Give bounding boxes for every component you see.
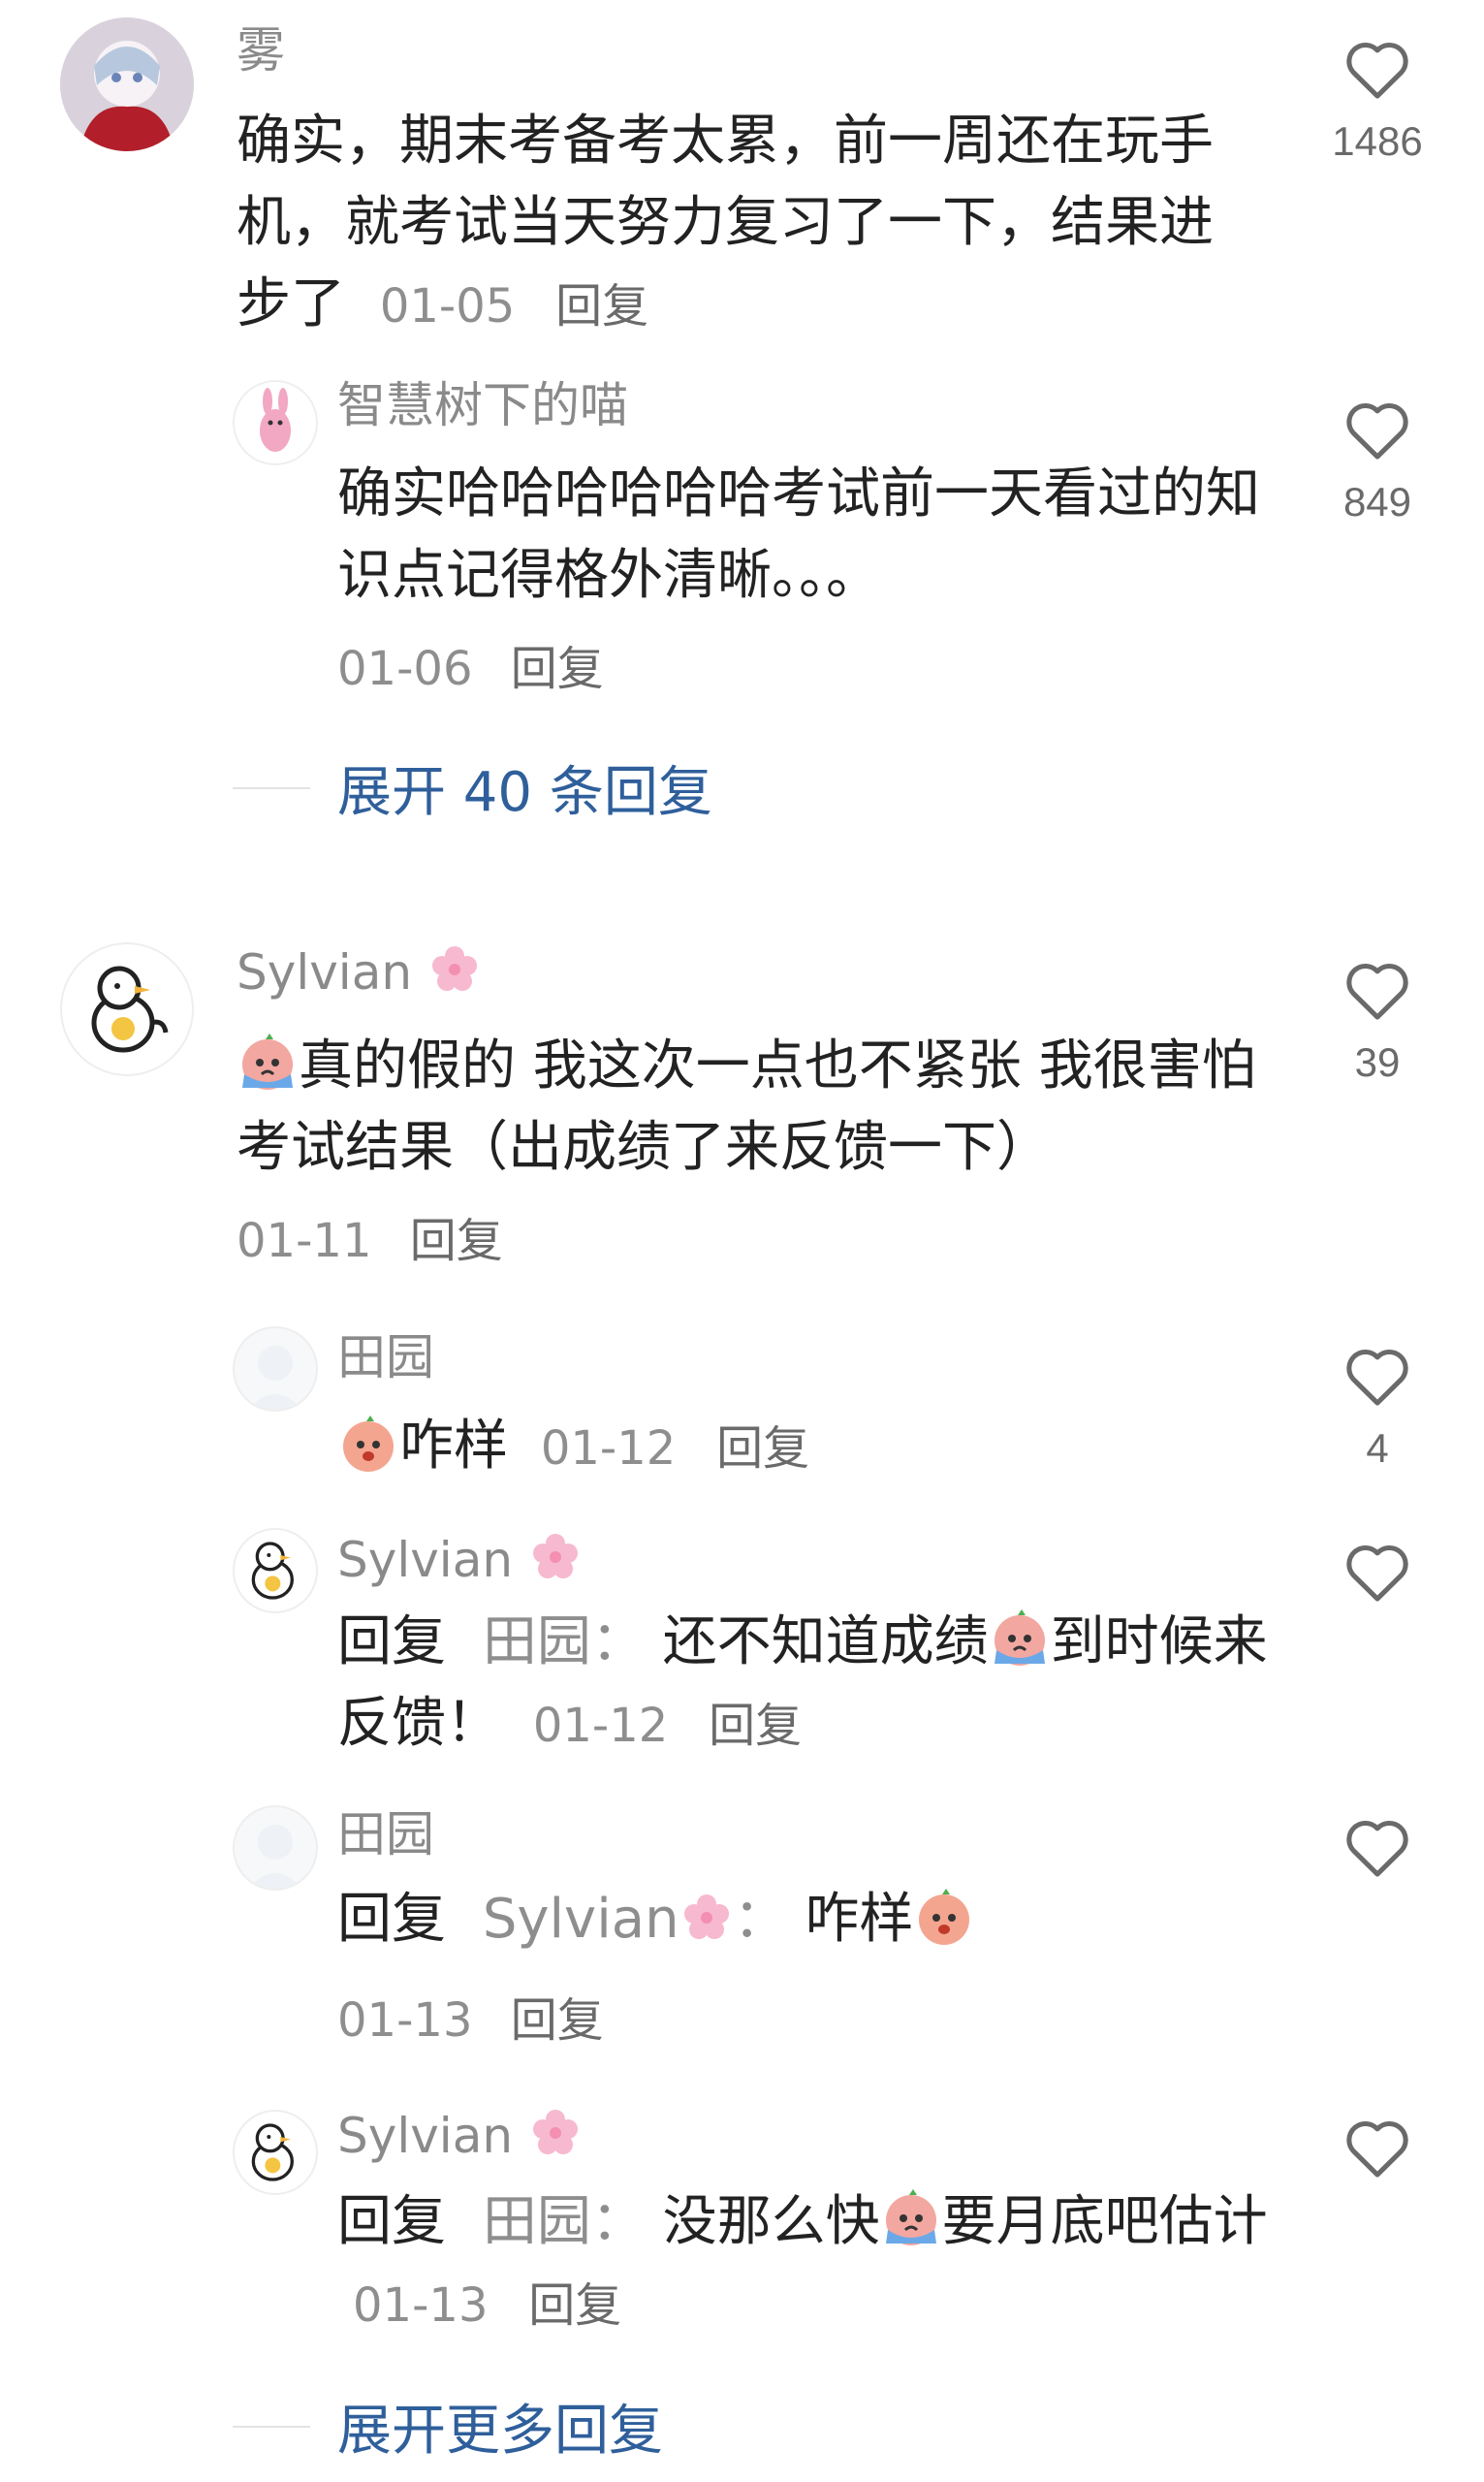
like-control[interactable]: 4 — [1319, 1340, 1436, 1472]
expand-more-replies-button[interactable]: 展开更多回复 — [233, 2387, 663, 2466]
comment-username[interactable]: 雾 — [237, 21, 285, 80]
duck-avatar-image — [251, 2123, 294, 2181]
comment-date: 01-06 — [337, 642, 473, 696]
reply-button[interactable]: 回复 — [511, 642, 604, 696]
comment-body: 咋样 — [399, 1415, 508, 1478]
avatar[interactable] — [233, 2110, 318, 2195]
reply-button[interactable]: 回复 — [528, 2278, 621, 2333]
reply-target-username[interactable]: 田园 — [483, 2190, 591, 2253]
comment-text: 回复 田园： 没那么快 要月底吧估计 01-13 回复 — [337, 2181, 1268, 2346]
like-count: 849 — [1342, 479, 1412, 525]
comment-username[interactable]: Sylvian — [337, 1530, 583, 1589]
like-control[interactable] — [1319, 1536, 1436, 1604]
comment-username[interactable]: Sylvian — [337, 2106, 583, 2165]
reply-button[interactable]: 回复 — [716, 1421, 809, 1476]
comment-text: 回复 Sylvian ： 咋样 — [337, 1879, 1268, 1960]
reply-colon: ： — [590, 2190, 646, 2253]
comment-meta: 01-13 回复 — [337, 1982, 604, 2050]
comment-body-part: 还不知道成绩 — [662, 1610, 989, 1673]
reply-colon: ： — [590, 1610, 646, 1673]
divider-line — [233, 786, 310, 789]
reply-target-username[interactable]: Sylvian — [483, 1888, 734, 1951]
duck-avatar-image — [91, 966, 169, 1053]
comment-text: 确实，期末考备考太累，前一周还在玩手机，就考试当天努力复习了一下，结果进步了 0… — [237, 101, 1235, 347]
expand-more-replies-label[interactable]: 展开更多回复 — [337, 2387, 663, 2466]
expand-replies-label[interactable]: 展开 40 条回复 — [337, 748, 712, 827]
comment-text: 咋样 01-12 回复 — [337, 1406, 1268, 1489]
heart-outline-icon[interactable] — [1341, 394, 1414, 461]
reply-target-username[interactable]: 田园 — [483, 1610, 591, 1673]
comment-date: 01-12 — [532, 1699, 669, 1753]
username-text[interactable]: Sylvian — [337, 1532, 513, 1588]
heart-outline-icon[interactable] — [1341, 1811, 1414, 1879]
comment-username[interactable]: 田园 — [337, 1328, 434, 1386]
comment-meta: 01-11 回复 — [237, 1202, 503, 1270]
comment-username[interactable]: 田园 — [337, 1805, 434, 1863]
light-avatar-image — [248, 1825, 302, 1889]
reply-prefix: 回复 — [337, 1610, 446, 1673]
like-control[interactable]: 1486 — [1319, 33, 1436, 165]
anime-avatar-image — [60, 17, 194, 151]
peach-emoji-icon — [919, 1889, 970, 1945]
crying-emoji-icon — [242, 1034, 293, 1090]
heart-outline-icon[interactable] — [1341, 1536, 1414, 1604]
reply-button[interactable]: 回复 — [709, 1699, 802, 1753]
duck-avatar-image — [251, 1542, 294, 1600]
reply-prefix: 回复 — [337, 2190, 446, 2253]
comment-body: 咋样 — [805, 1888, 914, 1951]
like-control[interactable]: 849 — [1319, 394, 1436, 525]
comment-date: 01-05 — [379, 279, 516, 334]
avatar[interactable] — [60, 17, 194, 151]
expand-replies-button[interactable]: 展开 40 条回复 — [233, 748, 712, 827]
reply-target-text[interactable]: Sylvian — [483, 1888, 679, 1951]
heart-outline-icon[interactable] — [1341, 1340, 1414, 1408]
peach-emoji-icon — [343, 1416, 394, 1472]
username-text[interactable]: Sylvian — [237, 944, 412, 1001]
avatar[interactable] — [233, 1326, 318, 1412]
comment-username[interactable]: 智慧树下的喵 — [337, 376, 628, 434]
reply-prefix: 回复 — [337, 1888, 446, 1951]
avatar[interactable] — [233, 1528, 318, 1613]
light-avatar-image — [248, 1346, 302, 1410]
comment-date: 01-13 — [353, 2278, 489, 2333]
comment-date: 01-13 — [337, 1993, 473, 2048]
comment-text: 回复 田园： 还不知道成绩 到时候来反馈！ 01-12 回复 — [337, 1602, 1268, 1766]
sakura-emoji-icon — [683, 1894, 729, 1939]
avatar[interactable] — [233, 380, 318, 465]
comment-body: 确实哈哈哈哈哈哈考试前一天看过的知识点记得格外清晰。。。 — [337, 462, 1260, 607]
pink-rabbit-avatar-image — [233, 380, 318, 465]
reply-colon: ： — [733, 1888, 788, 1951]
crying-emoji-icon — [885, 2189, 936, 2245]
divider-line — [233, 2425, 310, 2428]
comment-body-part: 要月底吧估计 — [941, 2190, 1268, 2253]
reply-button[interactable]: 回复 — [511, 1993, 604, 2048]
comment-text: 确实哈哈哈哈哈哈考试前一天看过的知识点记得格外清晰。。。 — [337, 454, 1268, 617]
sakura-emoji-icon — [431, 946, 477, 991]
like-count: 1486 — [1332, 118, 1423, 164]
sakura-emoji-icon — [532, 1534, 578, 1578]
comment-date: 01-12 — [540, 1421, 677, 1476]
avatar[interactable] — [233, 1805, 318, 1891]
comment-text: 真的假的 我这次一点也不紧张 我很害怕考试结果（出成绩了来反馈一下） — [237, 1026, 1264, 1189]
like-control[interactable] — [1319, 2112, 1436, 2180]
reply-button[interactable]: 回复 — [410, 1214, 503, 1268]
like-count: 39 — [1354, 1039, 1401, 1085]
crying-emoji-icon — [994, 1609, 1045, 1666]
heart-outline-icon[interactable] — [1341, 2112, 1414, 2180]
comment-meta: 01-06 回复 — [337, 630, 604, 698]
avatar[interactable] — [60, 942, 194, 1076]
comment-body-part: 没那么快 — [662, 2190, 880, 2253]
reply-button[interactable]: 回复 — [555, 279, 648, 334]
like-control[interactable]: 39 — [1319, 954, 1436, 1086]
heart-outline-icon[interactable] — [1341, 33, 1414, 101]
sakura-emoji-icon — [532, 2110, 578, 2154]
like-control[interactable] — [1319, 1811, 1436, 1879]
heart-outline-icon[interactable] — [1341, 954, 1414, 1022]
comment-date: 01-11 — [237, 1214, 372, 1268]
comment-username[interactable]: Sylvian — [237, 942, 482, 1002]
comment-body: 真的假的 我这次一点也不紧张 我很害怕考试结果（出成绩了来反馈一下） — [237, 1034, 1256, 1179]
like-count: 4 — [1366, 1425, 1389, 1471]
username-text[interactable]: Sylvian — [337, 2108, 513, 2164]
